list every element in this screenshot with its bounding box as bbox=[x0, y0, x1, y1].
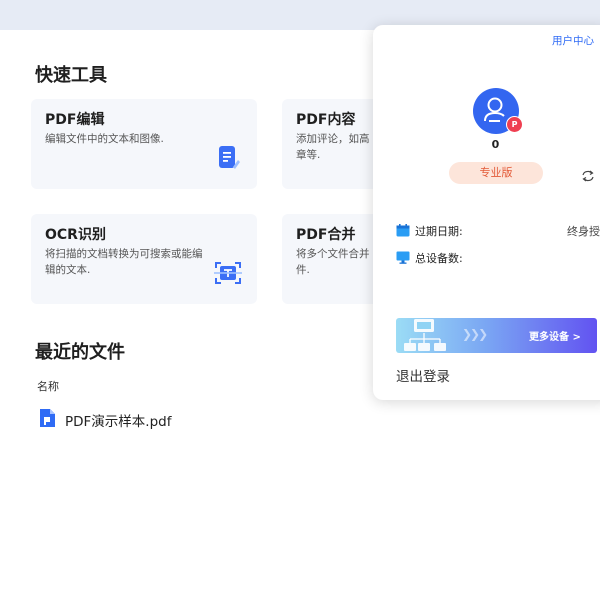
file-name: PDF演示样本.pdf bbox=[65, 414, 172, 430]
file-row[interactable]: PDF演示样本.pdf bbox=[38, 408, 171, 432]
quick-tools-title: 快速工具 bbox=[35, 65, 107, 86]
monitor-icon bbox=[396, 249, 410, 268]
tool-card-desc: 将扫描的文档转换为可搜索或能编辑的文本. bbox=[45, 248, 203, 276]
document-edit-icon bbox=[217, 145, 241, 175]
more-devices-label: 更多设备 > bbox=[529, 332, 581, 343]
avatar-badge: P bbox=[506, 116, 523, 133]
edition-badge: 专业版 bbox=[449, 162, 543, 184]
tool-card-ocr[interactable]: OCR识别 将扫描的文档转换为可搜索或能编辑的文本. bbox=[31, 214, 257, 304]
tool-card-title: OCR识别 bbox=[45, 227, 106, 243]
device-count-row: 总设备数: 0 bbox=[396, 249, 600, 267]
devices-illustration-icon bbox=[404, 319, 446, 351]
user-center-link[interactable]: 用户中心 bbox=[552, 33, 594, 48]
account-popup: 用户中心 P 0 专业版 过期日期: 终身授权 bbox=[373, 25, 600, 400]
device-count-label: 总设备数: bbox=[415, 252, 463, 265]
more-devices-banner[interactable]: ❯❯❯ 更多设备 > bbox=[396, 318, 597, 353]
recent-files-title: 最近的文件 bbox=[35, 342, 125, 363]
pdf-file-icon bbox=[38, 408, 56, 432]
tool-card-desc: 编辑文件中的文本和图像. bbox=[45, 133, 164, 145]
calendar-icon bbox=[396, 222, 410, 241]
arrows-decoration-icon: ❯❯❯ bbox=[462, 327, 488, 341]
logout-button[interactable]: 退出登录 bbox=[396, 365, 450, 385]
expire-date-value: 终身授权 bbox=[567, 225, 600, 238]
expire-date-label: 过期日期: bbox=[415, 225, 463, 238]
refresh-icon[interactable] bbox=[581, 167, 595, 186]
expire-date-row: 过期日期: 终身授权 bbox=[396, 222, 600, 240]
tool-card-pdf-edit[interactable]: PDF编辑 编辑文件中的文本和图像. bbox=[31, 99, 257, 189]
name-column-header[interactable]: 名称 bbox=[37, 378, 59, 394]
ocr-scan-icon bbox=[213, 260, 243, 290]
user-count: 0 bbox=[491, 138, 500, 151]
tool-card-title: PDF编辑 bbox=[45, 112, 105, 128]
